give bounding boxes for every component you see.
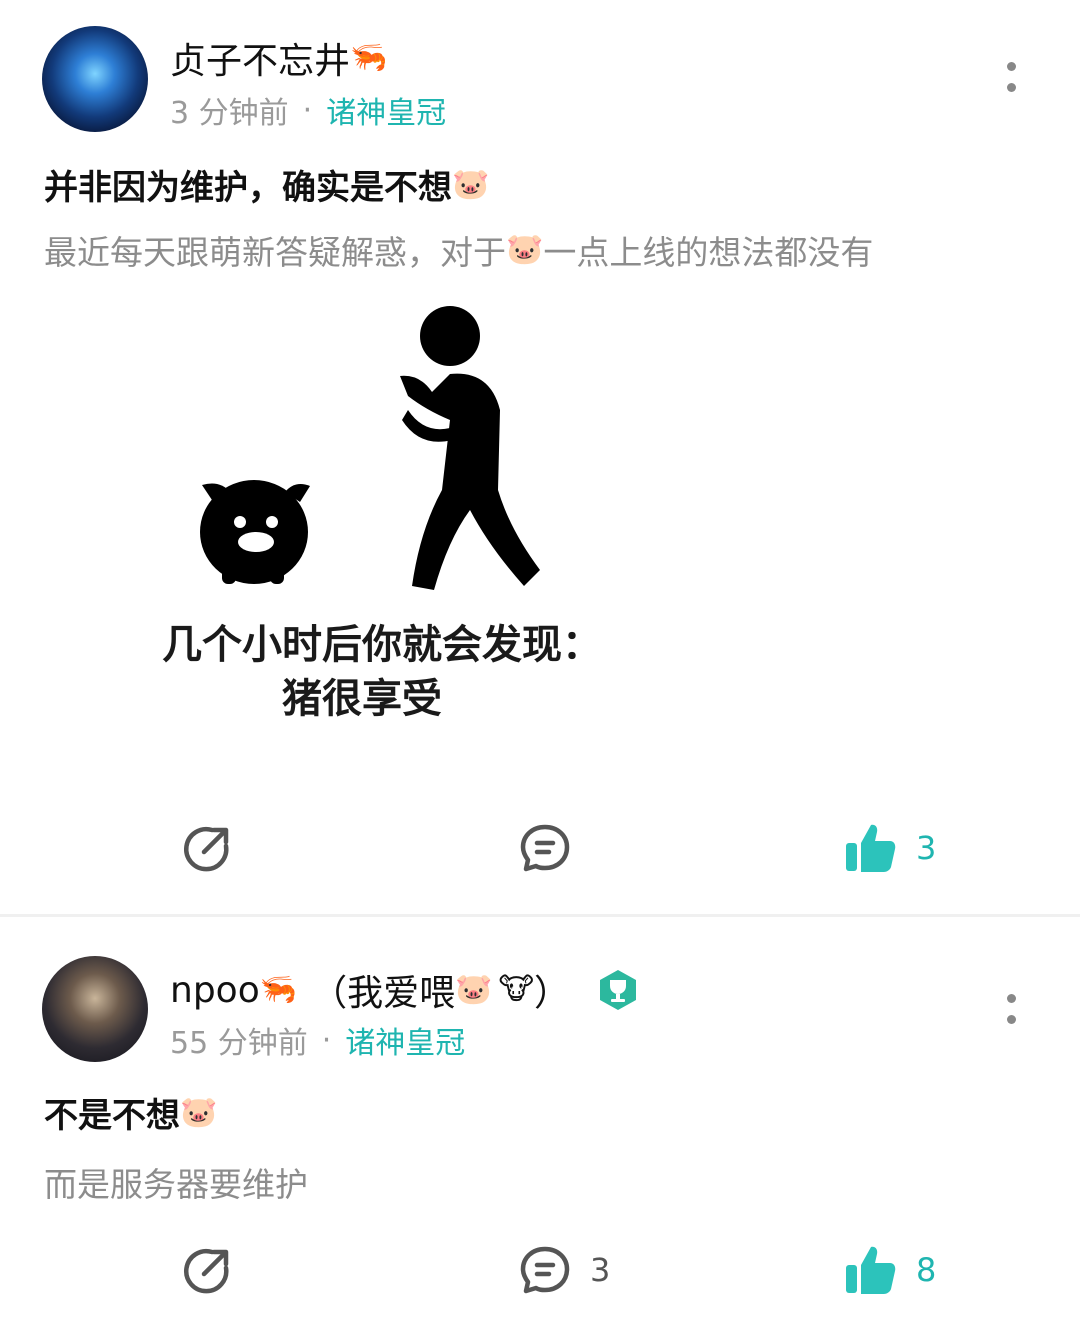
meta-separator: · [302,92,313,128]
post-body-text-cont: 一点上线的想法都没有 [543,233,874,272]
comment-icon [520,1246,570,1294]
avatar[interactable] [42,26,148,132]
like-button[interactable]: 3 [842,818,936,878]
shrimp-emoji: 🦐 [350,40,388,75]
post-title: 不是不想 🐷 [44,1088,217,1137]
post-body: 而是服务器要维护 [44,1158,308,1206]
like-count: 8 [916,1251,937,1289]
post-title: 并非因为维护，确实是不想 🐷 [44,160,489,209]
trophy-badge-icon[interactable] [596,968,640,1012]
post-title-text: 并非因为维护，确实是不想 [44,168,452,208]
comment-count: 3 [590,1251,611,1289]
meta-separator: · [321,1022,332,1058]
pig-emoji: 🐷 [180,1094,218,1130]
shrimp-emoji: 🦐 [259,972,298,1007]
action-bar: 3 8 [0,1240,1080,1300]
share-icon [184,1248,229,1294]
action-bar: 3 [0,818,1080,878]
pig-silhouette-icon [200,480,310,584]
like-button[interactable]: 8 [842,1240,936,1300]
timestamp: 3 分钟前 [170,96,289,131]
forum-link[interactable]: 诸神皇冠 [326,88,446,132]
comment-icon [520,824,570,872]
pig-emoji: 🐷 [452,166,490,202]
post-meta: 55 分钟前 · 诸神皇冠 [170,1018,465,1062]
share-button[interactable] [182,1240,234,1300]
avatar[interactable] [42,956,148,1062]
cow-emoji: 🐮 [498,972,534,1007]
post-body-text: 而是服务器要维护 [44,1165,308,1204]
meme-caption-line2: 猪很享受 [282,676,442,722]
share-button[interactable] [182,818,234,878]
post-divider [0,914,1080,917]
meme-caption-line1: 几个小时后你就会发现： [162,622,602,668]
thumbs-up-icon [846,824,896,872]
post-card: npoo 🦐 （我爱喂 🐷 🐮 ） 55 分钟前 · 诸神皇冠 不是不想 🐷 而… [0,918,1080,1339]
comment-button[interactable] [518,818,572,878]
post-meta: 3 分钟前 · 诸神皇冠 [170,88,446,132]
more-options-icon[interactable] [1004,994,1018,1024]
username[interactable]: 贞子不忘井 🦐 [170,32,387,84]
post-title-text: 不是不想 [44,1096,180,1136]
pig-emoji: 🐷 [506,232,544,267]
thumbs-up-icon [846,1246,896,1294]
post-card: 贞子不忘井 🦐 3 分钟前 · 诸神皇冠 并非因为维护，确实是不想 🐷 最近每天… [0,0,1080,915]
post-body: 最近每天跟萌新答疑解惑，对于 🐷 一点上线的想法都没有 [44,226,873,274]
more-options-icon[interactable] [1004,62,1018,92]
username-text: npoo [170,969,260,1011]
comment-button[interactable]: 3 [518,1240,610,1300]
username-text: 贞子不忘井 [170,41,351,82]
forum-link[interactable]: 诸神皇冠 [345,1018,465,1062]
stick-figure-icon [400,306,540,590]
username[interactable]: npoo 🦐 （我爱喂 🐷 🐮 ） [170,964,640,1016]
username-suffix-close: ） [533,973,570,1014]
username-suffix: （我爱喂 [311,973,456,1014]
timestamp: 55 分钟前 [170,1026,308,1061]
pig-emoji: 🐷 [455,972,493,1007]
post-body-text: 最近每天跟萌新答疑解惑，对于 [44,233,506,272]
like-count: 3 [916,829,937,867]
share-icon [184,826,229,872]
